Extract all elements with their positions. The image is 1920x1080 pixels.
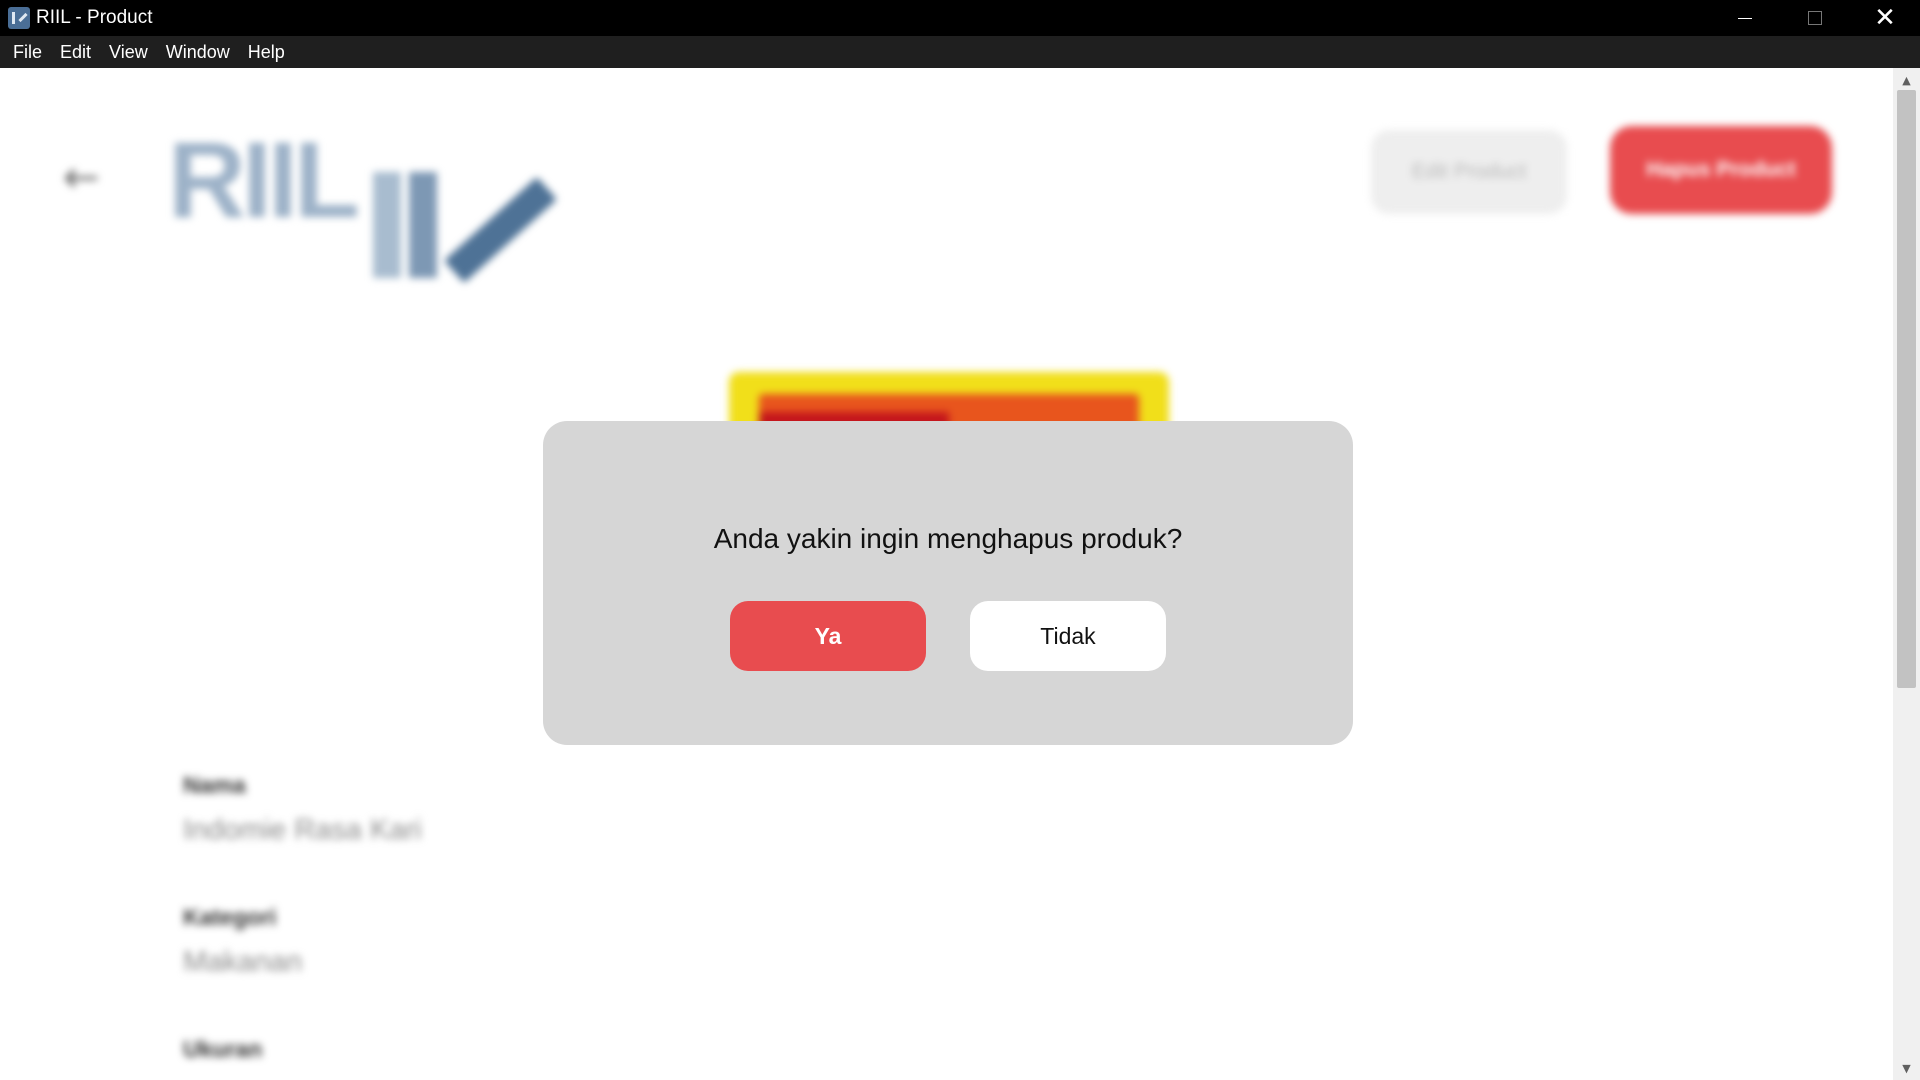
scroll-up-icon[interactable]: ▲ — [1893, 70, 1920, 90]
maximize-icon — [1808, 11, 1822, 25]
dialog-message: Anda yakin ingin menghapus produk? — [713, 523, 1183, 554]
delete-product-button[interactable]: Hapus Product — [1610, 126, 1832, 214]
menu-bar: File Edit View Window Help — [0, 36, 1920, 68]
field-label-ukuran: Ukuran — [183, 1036, 263, 1062]
logo-text: RIIL — [168, 119, 360, 240]
edit-product-button[interactable]: Edit Product — [1371, 130, 1567, 214]
window-controls: ✕ — [1710, 0, 1920, 36]
menu-help[interactable]: Help — [239, 42, 294, 63]
menu-file[interactable]: File — [4, 42, 51, 63]
title-bar: RIIL - Product ✕ — [0, 0, 1920, 36]
minimize-button[interactable] — [1710, 0, 1780, 36]
maximize-button[interactable] — [1780, 0, 1850, 36]
logo-bar — [373, 172, 401, 278]
logo-pencil — [444, 177, 557, 283]
app-logo-icon — [8, 7, 30, 29]
riil-logo: RIIL — [168, 119, 558, 283]
field-value-nama: Indomie Rasa Kari — [183, 814, 422, 846]
window-title: RIIL - Product — [36, 7, 153, 28]
vertical-scrollbar[interactable]: ▲ ▼ — [1893, 68, 1920, 1080]
menu-window[interactable]: Window — [157, 42, 239, 63]
menu-edit[interactable]: Edit — [51, 42, 100, 63]
arrow-left-icon[interactable]: ← — [63, 152, 100, 203]
cancel-no-button[interactable]: Tidak — [970, 601, 1166, 671]
scroll-down-icon[interactable]: ▼ — [1893, 1058, 1920, 1078]
field-label-nama: Nama — [183, 772, 246, 798]
app-window: RIIL - Product ✕ File Edit View Window H… — [0, 0, 1920, 1080]
field-label-kategori: Kategori — [183, 904, 277, 930]
field-value-kategori: Makanan — [183, 946, 303, 978]
logo-bar — [409, 172, 437, 278]
minimize-icon — [1738, 17, 1752, 19]
close-button[interactable]: ✕ — [1850, 0, 1920, 36]
delete-confirm-dialog: Anda yakin ingin menghapus produk? Ya Ti… — [543, 421, 1353, 745]
confirm-yes-button[interactable]: Ya — [730, 601, 926, 671]
close-icon: ✕ — [1874, 3, 1896, 33]
menu-view[interactable]: View — [100, 42, 157, 63]
scroll-thumb[interactable] — [1897, 90, 1916, 688]
